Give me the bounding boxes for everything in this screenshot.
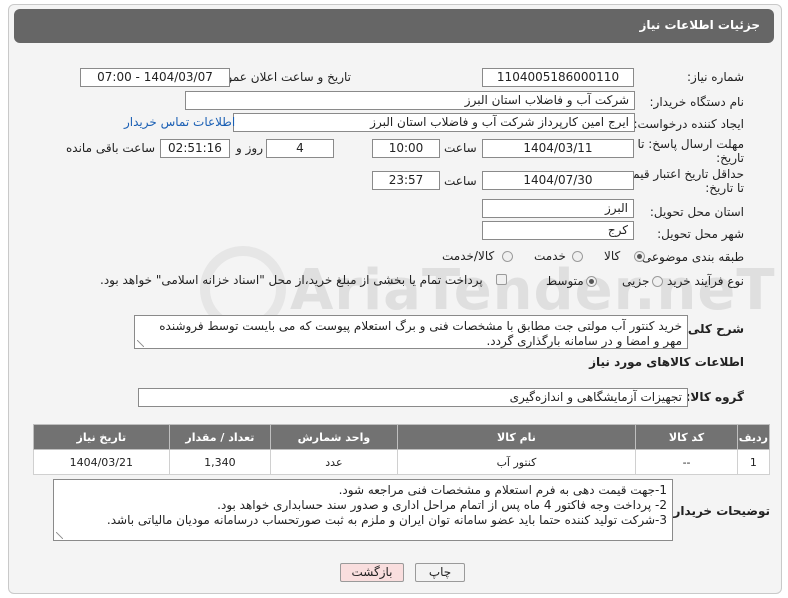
category-radio-goods[interactable] <box>634 251 645 262</box>
creator-label: ایجاد کننده درخواست: <box>633 117 744 131</box>
goods-group-label: گروه کالا: <box>685 390 744 404</box>
category-option-service: خدمت <box>534 249 566 263</box>
deadline-time-label: ساعت <box>444 141 477 155</box>
buyer-notes-field[interactable]: 1-جهت قیمت دهی به فرم استعلام و مشخصات ف… <box>53 479 673 541</box>
announce-field[interactable]: 1404/03/07 - 07:00 <box>80 68 230 87</box>
category-option-goods-service: کالا/خدمت <box>442 249 495 263</box>
buyer-org-field[interactable]: شرکت آب و فاضلاب استان البرز <box>185 91 635 110</box>
city-label: شهر محل تحویل: <box>657 227 744 241</box>
buyer-org-label: نام دستگاه خریدار: <box>649 95 745 109</box>
creator-field[interactable]: ایرج امین کارپرداز شرکت آب و فاضلاب استا… <box>233 113 635 132</box>
back-button[interactable]: بازگشت <box>340 563 404 582</box>
description-text: خرید کنتور آب مولتی جت مطابق با مشخصات ف… <box>159 319 682 348</box>
goods-group-field[interactable]: تجهیزات آزمایشگاهی و اندازه‌گیری <box>138 388 688 407</box>
resize-grip-icon[interactable] <box>137 340 144 347</box>
need-number-field[interactable]: 1104005186000110 <box>482 68 634 87</box>
goods-table: ردیف کد کالا نام کالا واحد شمارش تعداد /… <box>33 424 771 475</box>
cell-item-code: -- <box>635 449 738 475</box>
goods-section-title: اطلاعات کالاهای مورد نیاز <box>589 355 744 369</box>
province-label: استان محل تحویل: <box>649 205 744 219</box>
buyer-note-line-2: 2- پرداخت وجه فاکتور 4 ماه پس از اتمام م… <box>217 498 667 512</box>
treasury-payment-checkbox[interactable] <box>496 274 507 285</box>
category-radio-service[interactable] <box>572 251 583 262</box>
col-header-need-date: تاریخ نیاز <box>33 424 170 450</box>
description-field[interactable]: خرید کنتور آب مولتی جت مطابق با مشخصات ف… <box>134 315 688 349</box>
category-radio-goods-service[interactable] <box>502 251 513 262</box>
validity-time-field[interactable]: 23:57 <box>372 171 440 190</box>
buyer-note-line-3: 3-شرکت تولید کننده حتما باید عضو سامانه … <box>106 513 667 527</box>
process-option-medium: متوسط <box>546 274 584 288</box>
print-button[interactable]: چاپ <box>415 563 465 582</box>
treasury-payment-note: پرداخت تمام یا بخشی از مبلغ خرید،از محل … <box>100 273 483 287</box>
days-label: روز و <box>236 141 263 155</box>
col-header-item-name: نام کالا <box>396 424 637 450</box>
deadline-date-field[interactable]: 1404/03/11 <box>482 139 634 158</box>
page-title: جزئیات اطلاعات نیاز <box>639 18 760 32</box>
resize-grip-icon[interactable] <box>56 532 63 539</box>
buyer-note-line-1: 1-جهت قیمت دهی به فرم استعلام و مشخصات ف… <box>338 483 667 497</box>
process-label: نوع فرآیند خرید : <box>659 274 744 288</box>
cell-quantity: 1,340 <box>168 449 272 475</box>
days-field[interactable]: 4 <box>266 139 334 158</box>
table-header-row: ردیف کد کالا نام کالا واحد شمارش تعداد /… <box>33 424 771 450</box>
buyer-notes-label: توضیحات خریدار: <box>668 504 770 518</box>
province-field[interactable]: البرز <box>482 199 634 218</box>
process-radio-medium[interactable] <box>586 276 597 287</box>
col-header-row-number: ردیف <box>736 424 771 450</box>
process-radio-minor[interactable] <box>652 276 663 287</box>
col-header-quantity: تعداد / مقدار <box>168 424 272 450</box>
deadline-label: مهلت ارسال پاسخ: تا <box>637 137 744 151</box>
cell-unit: عدد <box>270 449 398 475</box>
col-header-item-code: کد کالا <box>635 424 738 450</box>
buyer-contact-link[interactable]: اطلاعات تماس خریدار <box>124 115 235 129</box>
remaining-label: ساعت باقی مانده <box>66 141 156 155</box>
deadline-label-date: تاریخ: <box>716 151 744 165</box>
cell-item-name: کنتور آب <box>396 449 637 475</box>
process-option-minor: جزیی <box>622 274 650 288</box>
table-row[interactable]: 1 -- کنتور آب عدد 1,340 1404/03/21 <box>33 449 771 475</box>
header-bar: جزئیات اطلاعات نیاز <box>14 9 774 43</box>
remaining-time-field[interactable]: 02:51:16 <box>160 139 230 158</box>
cell-row-number: 1 <box>736 449 771 475</box>
validity-date-field[interactable]: 1404/07/30 <box>482 171 634 190</box>
col-header-unit: واحد شمارش <box>270 424 398 450</box>
validity-time-label: ساعت <box>444 174 477 188</box>
validity-label-date: تا تاریخ: <box>705 181 744 195</box>
validity-label: حداقل تاریخ اعتبار قیمت: <box>617 167 744 181</box>
deadline-time-field[interactable]: 10:00 <box>372 139 440 158</box>
need-number-label: شماره نیاز: <box>687 70 744 84</box>
category-label: طبقه بندی موضوعی: <box>637 250 744 264</box>
cell-need-date: 1404/03/21 <box>33 449 170 475</box>
category-option-goods: کالا <box>604 249 621 263</box>
city-field[interactable]: کرج <box>482 221 634 240</box>
